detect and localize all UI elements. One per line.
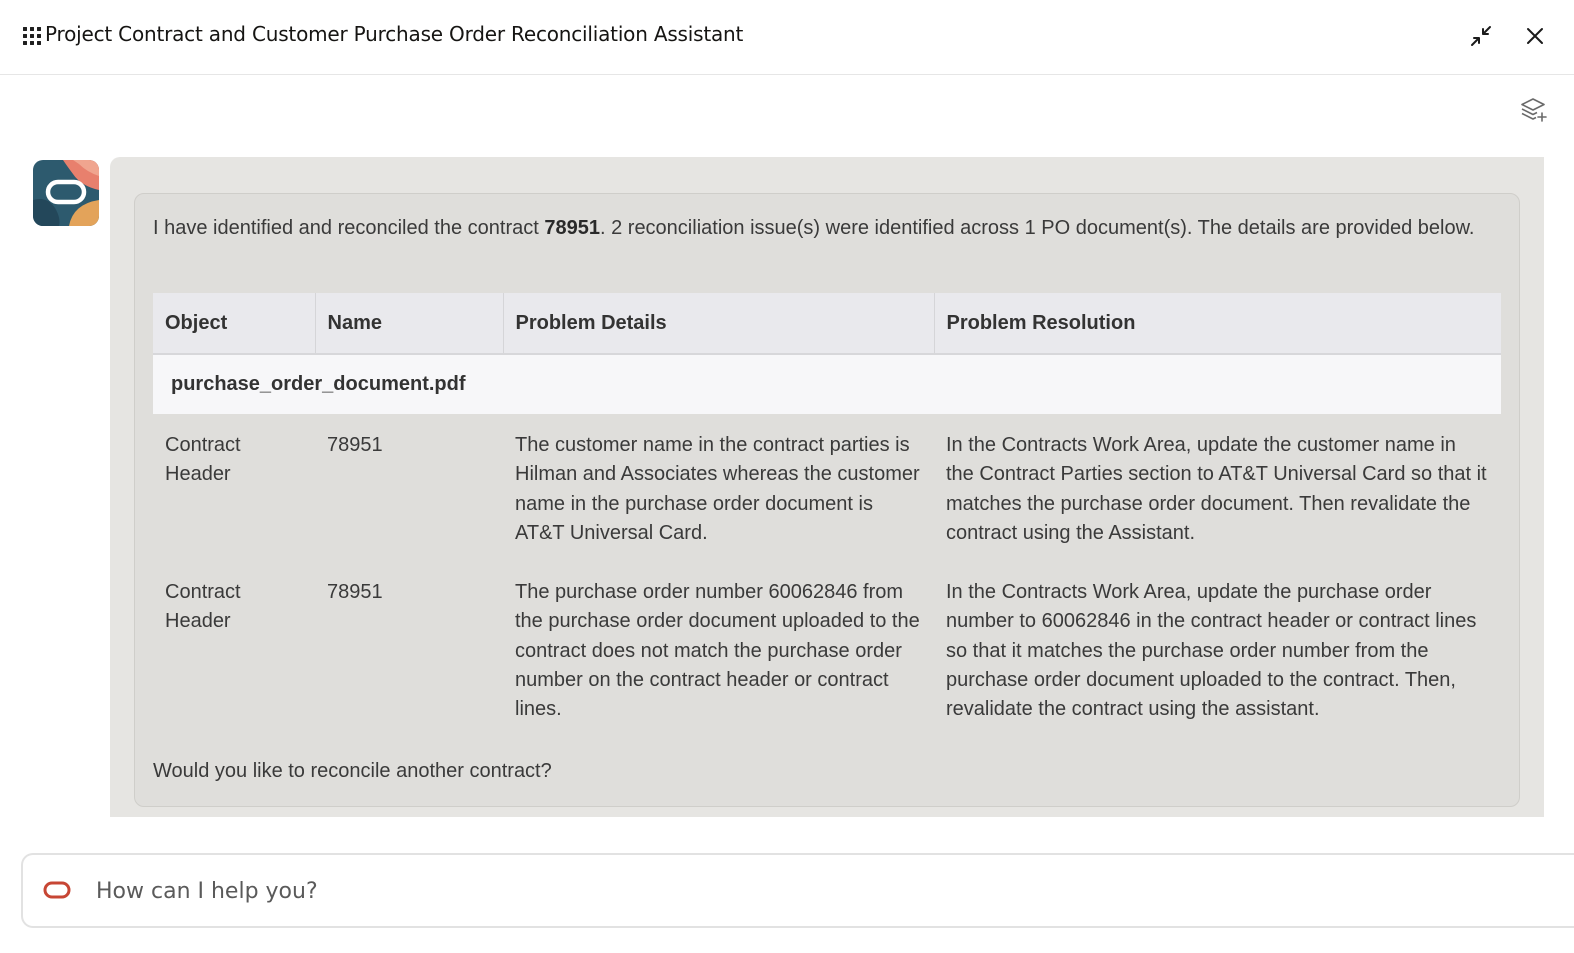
minimize-icon (1471, 26, 1491, 46)
close-button[interactable] (1521, 22, 1549, 50)
column-header-problem-resolution: Problem Resolution (934, 293, 1501, 355)
cell-name: 78951 (327, 434, 383, 456)
column-header-name: Name (315, 293, 504, 355)
column-header-object: Object (153, 293, 316, 355)
minimize-button[interactable] (1467, 22, 1495, 50)
cell-object: Contract Header (165, 434, 241, 486)
contract-number: 78951 (544, 217, 600, 239)
layers-add-icon[interactable] (1520, 96, 1548, 124)
oracle-logo-icon (43, 881, 71, 899)
assistant-avatar (33, 160, 99, 226)
chat-input[interactable] (96, 872, 1496, 910)
intro-text: I have identified and reconciled the con… (153, 212, 1493, 244)
cell-problem-resolution: In the Contracts Work Area, update the p… (946, 581, 1477, 721)
table-row: Contract Header 78951 The purchase order… (153, 561, 1501, 724)
cell-problem-details: The customer name in the contract partie… (515, 434, 920, 544)
intro-prefix: I have identified and reconciled the con… (153, 217, 545, 239)
cell-object: Contract Header (165, 581, 241, 633)
close-icon (1527, 28, 1543, 44)
document-group-row: purchase_order_document.pdf (153, 354, 1501, 414)
document-group-label: purchase_order_document.pdf (153, 354, 1501, 414)
page-title: Project Contract and Customer Purchase O… (45, 22, 744, 46)
column-header-problem-details: Problem Details (503, 293, 935, 355)
followup-question: Would you like to reconcile another cont… (153, 760, 552, 782)
table-header-row: Object Name Problem Details Problem Reso… (153, 293, 1501, 355)
intro-suffix: . 2 reconciliation issue(s) were identif… (599, 217, 1475, 239)
cell-problem-details: The purchase order number 60062846 from … (515, 581, 920, 721)
reconciliation-table: Object Name Problem Details Problem Reso… (153, 293, 1501, 724)
grid-menu-icon[interactable] (23, 27, 41, 45)
title-bar: Project Contract and Customer Purchase O… (0, 0, 1574, 75)
cell-problem-resolution: In the Contracts Work Area, update the c… (946, 434, 1487, 544)
table-row: Contract Header 78951 The customer name … (153, 414, 1501, 561)
cell-name: 78951 (327, 581, 383, 603)
